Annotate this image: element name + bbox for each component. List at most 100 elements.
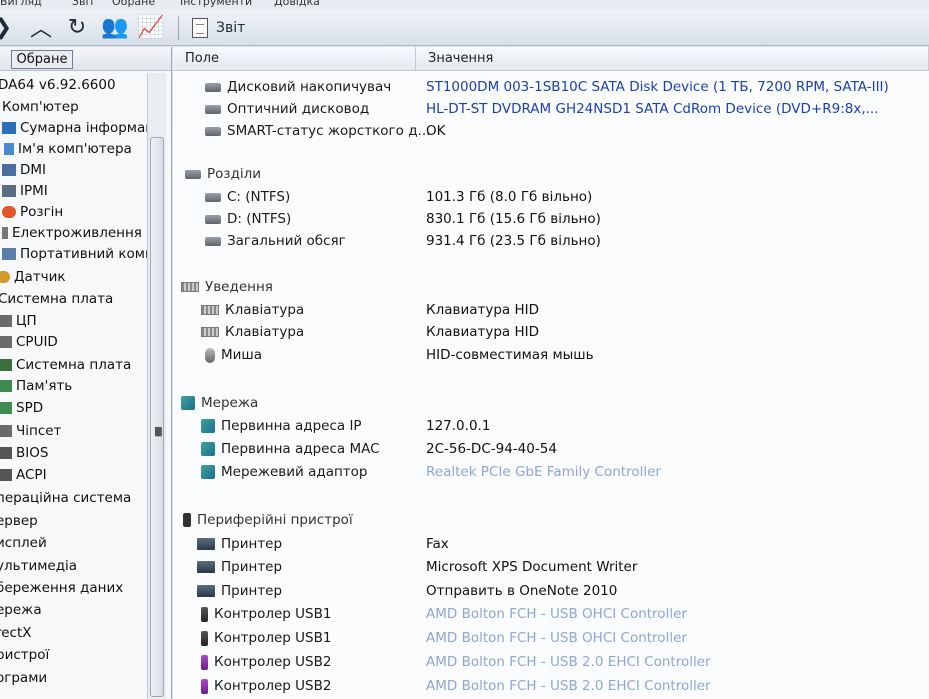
tree-item-acpi[interactable]: ACPI xyxy=(0,465,47,485)
laptop-icon xyxy=(2,248,16,260)
table-row[interactable]: C: (NTFS) 101.3 Гб (8.0 Гб вільно) xyxy=(173,187,929,209)
scroll-grip-icon: ▬ ▬ ▬ xyxy=(154,424,163,440)
tree-item-overclock[interactable]: Розгін xyxy=(2,202,63,222)
printer-icon xyxy=(197,561,215,573)
tree-item-storage[interactable]: береження даних xyxy=(0,578,123,598)
hdd-icon xyxy=(205,82,221,92)
table-row[interactable]: Контролер USB1 AMD Bolton FCH - USB OHCI… xyxy=(173,628,929,650)
section-peripherals: Периферійні пристрої xyxy=(173,510,929,532)
forward-icon[interactable]: ❯ xyxy=(0,13,18,41)
table-row[interactable]: Первинна адреса MAC 2C-56-DC-94-40-54 xyxy=(173,439,929,461)
menu-help[interactable]: Довідка xyxy=(274,0,320,8)
tree-item-directx[interactable]: rectX xyxy=(0,623,32,643)
chipset-icon xyxy=(0,425,12,437)
keyboard-icon xyxy=(201,305,219,315)
table-row[interactable]: Контролер USB2 AMD Bolton FCH - USB 2.0 … xyxy=(173,652,929,674)
table-row[interactable]: Оптичний дисковод HL-DT-ST DVDRAM GH24NS… xyxy=(173,99,929,121)
dmi-icon xyxy=(2,164,16,176)
table-row[interactable]: D: (NTFS) 830.1 Гб (15.6 Гб вільно) xyxy=(173,209,929,231)
refresh-icon[interactable]: ↻ xyxy=(62,13,92,41)
table-row[interactable]: Первинна адреса IP 127.0.0.1 xyxy=(173,416,929,438)
network-icon xyxy=(181,396,195,410)
table-row[interactable]: Миша HID-совместимая мышь xyxy=(173,345,929,367)
user-icon[interactable]: 👥 xyxy=(100,13,130,41)
tree-item-cpu[interactable]: ЦП xyxy=(0,311,37,331)
table-row[interactable]: Контролер USB2 AMD Bolton FCH - USB 2.0 … xyxy=(173,676,929,698)
tree-item-chipset[interactable]: Чіпсет xyxy=(0,421,61,441)
tree-item-motherboard[interactable]: Системна плата xyxy=(0,355,131,375)
tree-item-sensor[interactable]: Датчик xyxy=(0,267,66,287)
printer-icon xyxy=(197,538,215,550)
tree-item-portable[interactable]: Портативний комп xyxy=(2,244,154,264)
tree-item-os[interactable]: пераційна система xyxy=(0,488,131,508)
column-header-value[interactable]: Значення xyxy=(416,47,929,71)
spd-icon xyxy=(0,402,12,414)
menu-bar: Вигляд Звіт Обране Інструменти Довідка xyxy=(0,0,929,10)
ip-address-icon xyxy=(201,419,215,433)
peripheral-icon xyxy=(183,513,191,527)
table-row[interactable]: Клавіатура Клавиатура HID xyxy=(173,300,929,322)
table-row[interactable]: Принтер Fax xyxy=(173,534,929,556)
table-row[interactable]: Дисковий накопичувач ST1000DM 003-1SB10C… xyxy=(173,77,929,99)
usb-icon xyxy=(201,606,208,622)
tree-item-motherboard-group[interactable]: Системна плата xyxy=(0,289,113,309)
tree-item-computer[interactable]: Комп'ютер xyxy=(2,97,79,117)
partition-icon xyxy=(205,214,221,224)
ipmi-icon xyxy=(2,185,16,197)
document-icon xyxy=(192,18,208,38)
menu-tools[interactable]: Інструменти xyxy=(180,0,252,8)
flame-icon xyxy=(2,206,16,218)
tree-item-devices[interactable]: ристрої xyxy=(0,645,49,665)
total-size-icon xyxy=(205,236,221,246)
cpuid-icon xyxy=(0,336,12,348)
tree-item-dmi[interactable]: DMI xyxy=(2,160,46,180)
table-row[interactable]: Контролер USB1 AMD Bolton FCH - USB OHCI… xyxy=(173,604,929,626)
up-icon[interactable]: ︿ xyxy=(26,13,56,42)
input-icon xyxy=(181,282,199,292)
tree-item-server[interactable]: ервер xyxy=(0,511,38,531)
report-button-label: Звіт xyxy=(216,20,246,36)
optical-drive-icon xyxy=(205,104,221,114)
tree-item-memory[interactable]: Пам'ять xyxy=(0,376,72,396)
bios-icon xyxy=(0,447,12,459)
menu-view[interactable]: Вигляд xyxy=(0,0,42,8)
tree-item-power[interactable]: Електроживлення xyxy=(2,223,142,243)
navigation-tree: Обране DA64 v6.92.6600 Комп'ютер Сумарна… xyxy=(0,47,172,699)
menu-favorites[interactable]: Обране xyxy=(112,0,155,8)
tree-item-programs[interactable]: ограми xyxy=(0,668,47,688)
tree-item-multimedia[interactable]: ультимедіа xyxy=(0,556,77,576)
tree-scrollbar[interactable]: ▬ ▬ ▬ xyxy=(147,73,166,699)
tree-item-bios[interactable]: BIOS xyxy=(0,443,48,463)
table-row[interactable]: Мережевий адаптор Realtek PCIe GbE Famil… xyxy=(173,462,929,484)
section-partitions: Розділи xyxy=(173,164,929,186)
column-header-field[interactable]: Поле xyxy=(173,47,416,71)
smart-icon xyxy=(205,126,221,136)
table-row[interactable]: SMART-статус жорсткого д... OK xyxy=(173,121,929,143)
network-adapter-icon xyxy=(201,465,215,479)
cpu-icon xyxy=(0,315,12,327)
table-row[interactable]: Загальний обсяг 931.4 Гб (23.5 Гб вільно… xyxy=(173,231,929,253)
tree-item-app-version[interactable]: DA64 v6.92.6600 xyxy=(0,75,116,95)
table-row[interactable]: Принтер Microsoft XPS Document Writer xyxy=(173,557,929,579)
table-row[interactable]: Принтер Отправить в OneNote 2010 xyxy=(173,581,929,603)
toolbar: ❯ ︿ ↻ 👥 📈 Звіт xyxy=(0,10,929,46)
tree-item-spd[interactable]: SPD xyxy=(0,398,43,418)
keyboard-icon xyxy=(201,327,219,337)
tree-item-cpuid[interactable]: CPUID xyxy=(0,332,58,352)
left-panel-header: Обране xyxy=(0,47,171,71)
usb2-icon xyxy=(201,678,208,694)
partitions-icon xyxy=(185,169,201,179)
tree-item-ipmi[interactable]: IPMI xyxy=(2,181,48,201)
chart-icon[interactable]: 📈 xyxy=(136,13,166,41)
tree-scrollbar-thumb[interactable]: ▬ ▬ ▬ xyxy=(150,137,164,697)
report-button[interactable]: Звіт xyxy=(192,16,245,40)
tree-item-network[interactable]: ережа xyxy=(0,600,42,620)
tree-item-summary[interactable]: Сумарна інформац xyxy=(2,118,154,138)
tree-item-display[interactable]: исплей xyxy=(0,533,47,553)
tree-item-computer-name[interactable]: Ім'я комп'ютера xyxy=(4,139,132,159)
table-row[interactable]: Клавіатура Клавиатура HID xyxy=(173,322,929,344)
favorites-tab[interactable]: Обране xyxy=(11,50,73,69)
menu-report[interactable]: Звіт xyxy=(72,0,95,8)
usb2-icon xyxy=(201,654,208,670)
summary-icon xyxy=(2,122,16,134)
